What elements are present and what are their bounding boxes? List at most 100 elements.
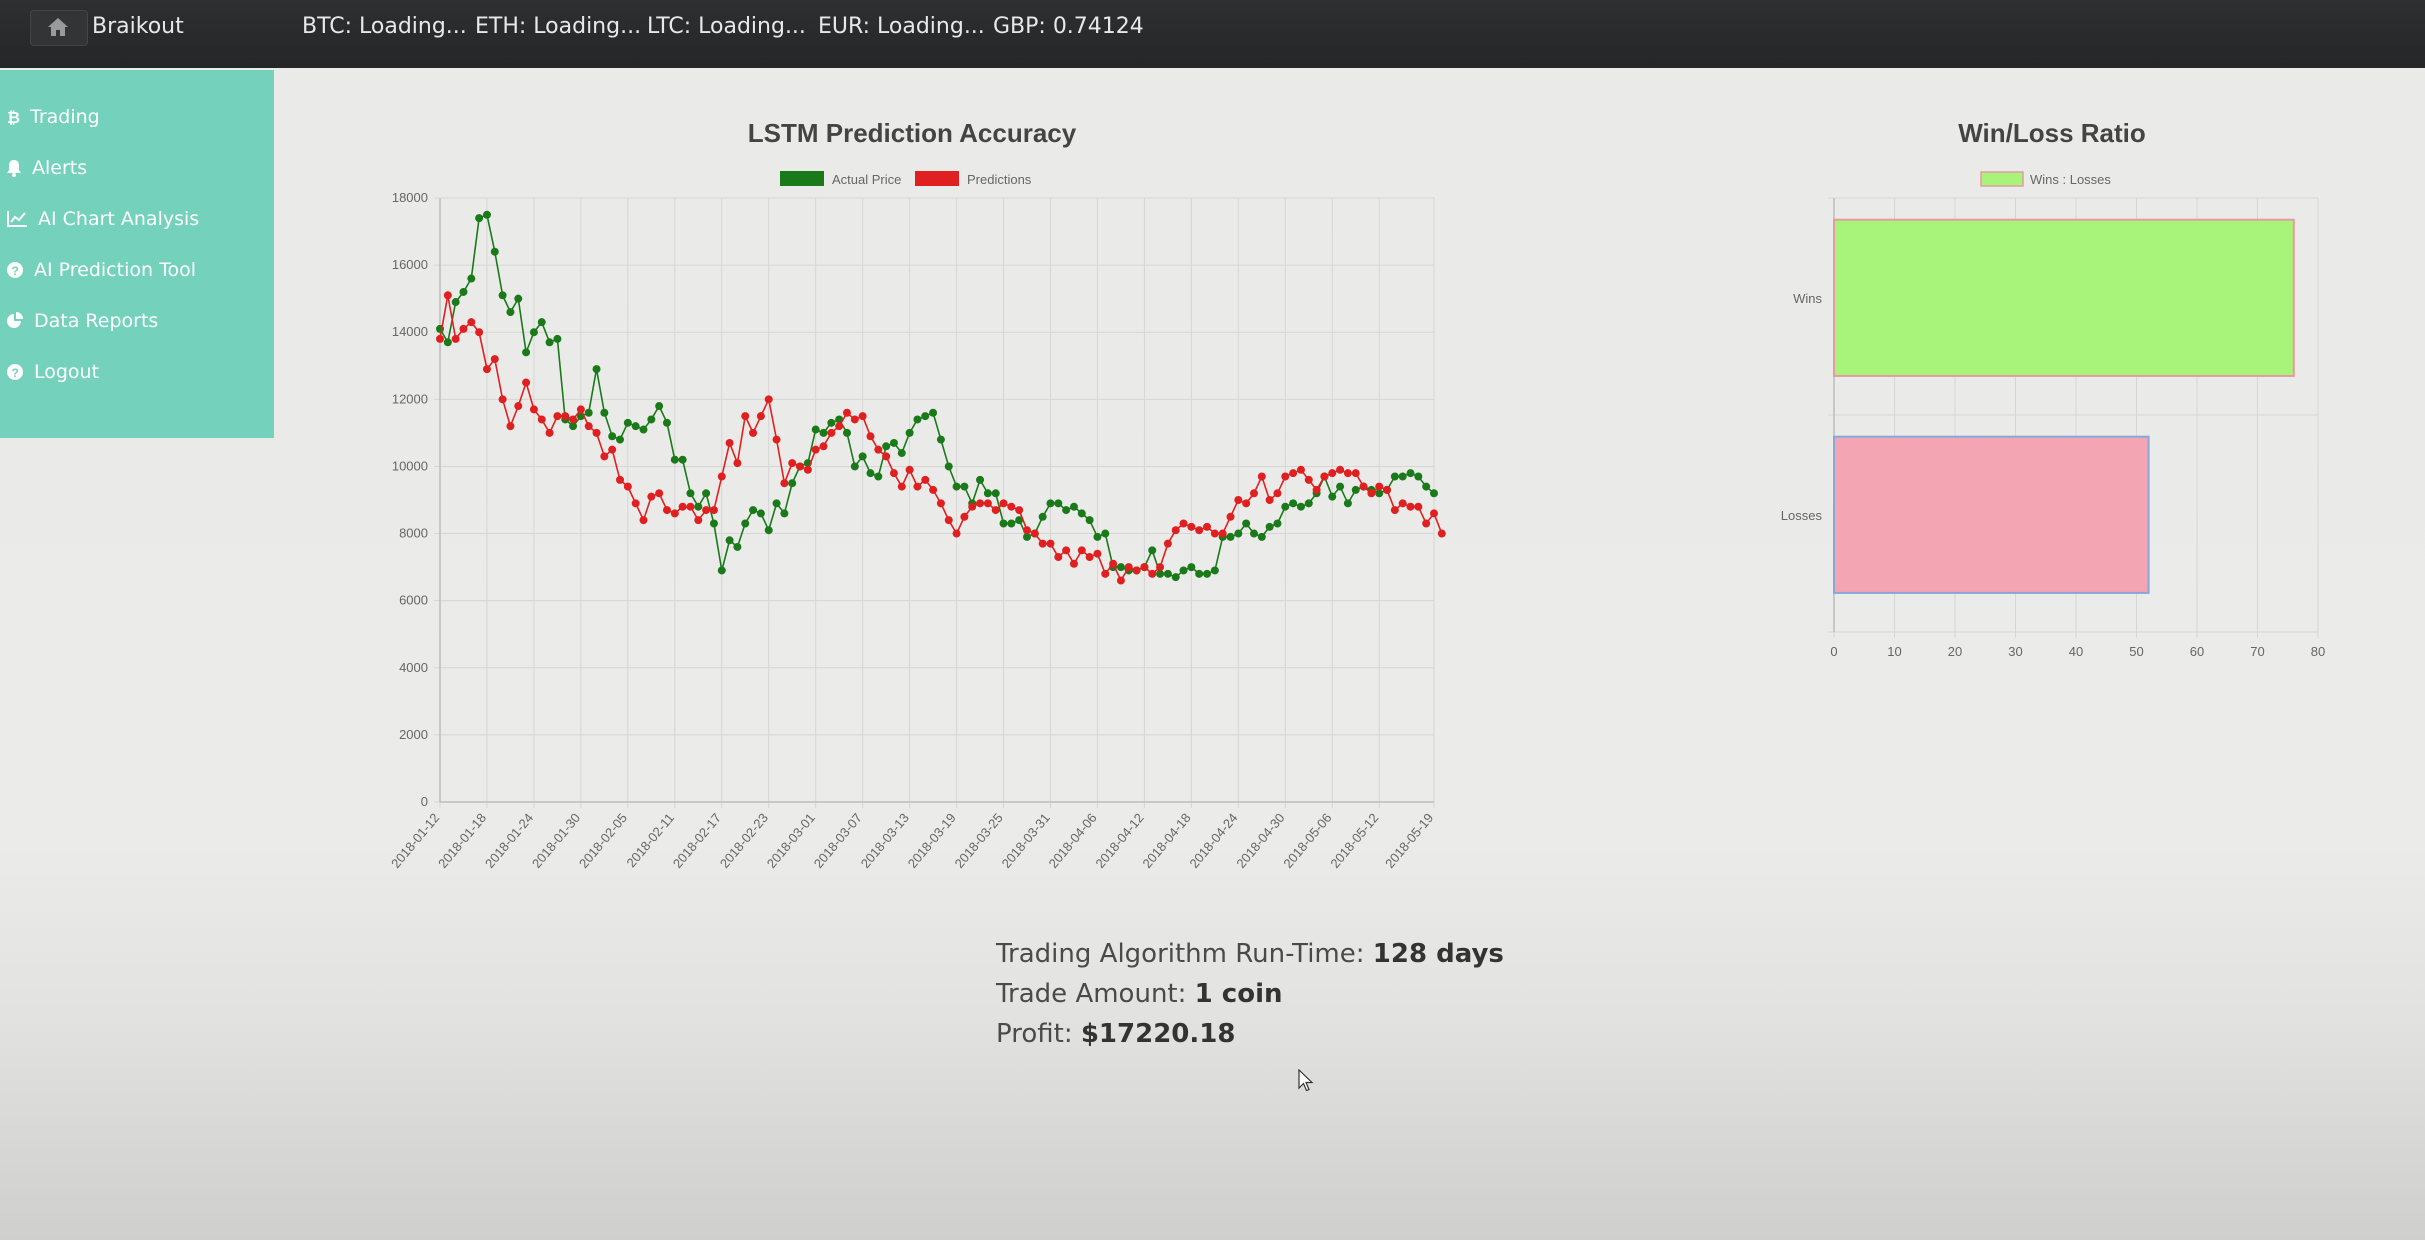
data-point <box>882 442 891 451</box>
brand-name[interactable]: Braikout <box>92 14 184 39</box>
data-point <box>1351 485 1360 494</box>
data-point <box>1030 529 1039 538</box>
data-point <box>936 499 945 508</box>
data-point <box>1242 499 1251 508</box>
ticker-eur: EUR: Loading... <box>818 14 985 39</box>
data-point <box>459 324 468 333</box>
data-point <box>1273 489 1282 498</box>
data-point <box>506 422 515 431</box>
data-point <box>741 412 750 421</box>
runtime-line: Trading Algorithm Run-Time: 128 days <box>996 934 1504 974</box>
data-point <box>827 418 836 427</box>
home-button[interactable] <box>30 10 88 46</box>
data-point <box>976 499 985 508</box>
data-point <box>944 516 953 525</box>
data-point <box>1101 529 1110 538</box>
data-point <box>694 502 703 511</box>
data-point <box>991 489 1000 498</box>
legend-swatch <box>1980 171 2024 187</box>
data-point <box>850 462 859 471</box>
y-tick-label: 10000 <box>392 458 428 473</box>
data-point <box>1007 519 1016 528</box>
data-point <box>1203 522 1212 531</box>
sidebar-item-ai-prediction-tool[interactable]: ? AI Prediction Tool <box>6 250 196 290</box>
data-point <box>999 499 1008 508</box>
data-point <box>1195 569 1204 578</box>
data-point <box>482 210 491 219</box>
data-point <box>850 415 859 424</box>
data-point <box>545 428 554 437</box>
data-point <box>529 328 538 337</box>
home-icon <box>48 18 68 36</box>
sidebar-item-trading[interactable]: ₿ Trading <box>6 97 100 137</box>
sidebar-item-label: AI Chart Analysis <box>38 208 200 230</box>
data-point <box>780 479 789 488</box>
data-point <box>1054 553 1063 562</box>
sidebar-item-ai-chart-analysis[interactable]: AI Chart Analysis <box>6 199 199 239</box>
data-point <box>1210 566 1219 575</box>
sidebar-item-logout[interactable]: ? Logout <box>6 352 99 392</box>
data-point <box>1289 499 1298 508</box>
mouse-cursor-icon <box>1298 1069 1314 1092</box>
trade-amount-label: Trade Amount: <box>996 979 1187 1009</box>
data-point <box>1077 546 1086 555</box>
data-point <box>717 472 726 481</box>
data-point <box>655 402 664 411</box>
data-point <box>522 348 531 357</box>
data-point <box>616 475 625 484</box>
data-point <box>522 378 531 387</box>
ticker-eth: ETH: Loading... <box>475 14 642 39</box>
data-point <box>1390 506 1399 515</box>
data-point <box>1171 526 1180 535</box>
data-point <box>608 445 617 454</box>
data-point <box>584 422 593 431</box>
data-point <box>1140 563 1149 572</box>
data-point <box>1116 563 1125 572</box>
data-point <box>709 506 718 515</box>
data-point <box>1226 512 1235 521</box>
x-tick-label: 60 <box>2190 644 2204 659</box>
data-point <box>1304 499 1313 508</box>
data-point <box>451 298 460 307</box>
data-point <box>1414 502 1423 511</box>
data-point <box>1430 489 1438 498</box>
sidebar: ₿ Trading Alerts AI Chart Analysis ? AI … <box>0 70 274 438</box>
data-point <box>1257 532 1266 541</box>
data-point <box>662 506 671 515</box>
data-point <box>545 338 554 347</box>
data-point <box>1046 499 1055 508</box>
data-point <box>436 334 444 343</box>
data-point <box>709 519 718 528</box>
data-point <box>1273 519 1282 528</box>
sidebar-item-label: Alerts <box>32 157 88 179</box>
data-point <box>467 274 476 283</box>
data-point <box>1343 499 1352 508</box>
data-point <box>1422 519 1431 528</box>
sidebar-item-data-reports[interactable]: Data Reports <box>6 301 158 341</box>
data-point <box>616 435 625 444</box>
data-point <box>686 489 695 498</box>
data-point <box>811 445 820 454</box>
data-point <box>772 499 781 508</box>
data-point <box>1085 553 1094 562</box>
data-point <box>1054 499 1063 508</box>
data-point <box>897 482 906 491</box>
data-point <box>1046 539 1055 548</box>
data-point <box>702 506 711 515</box>
data-point <box>749 506 758 515</box>
data-point <box>952 482 961 491</box>
legend-label: Actual Price <box>832 172 901 187</box>
data-point <box>866 469 875 478</box>
data-point <box>1304 475 1313 484</box>
data-point <box>482 365 491 374</box>
data-point <box>686 502 695 511</box>
sidebar-item-alerts[interactable]: Alerts <box>6 148 87 188</box>
data-point <box>764 526 773 535</box>
data-point <box>905 428 914 437</box>
winloss-bar-chart: 0 10 20 30 40 50 60 70 80 Wins : Losses Wins Losses <box>1781 171 2325 659</box>
data-point <box>670 455 679 464</box>
data-point <box>803 465 812 474</box>
sidebar-item-label: Logout <box>34 361 100 383</box>
data-point <box>1093 549 1102 558</box>
data-point <box>1179 566 1188 575</box>
